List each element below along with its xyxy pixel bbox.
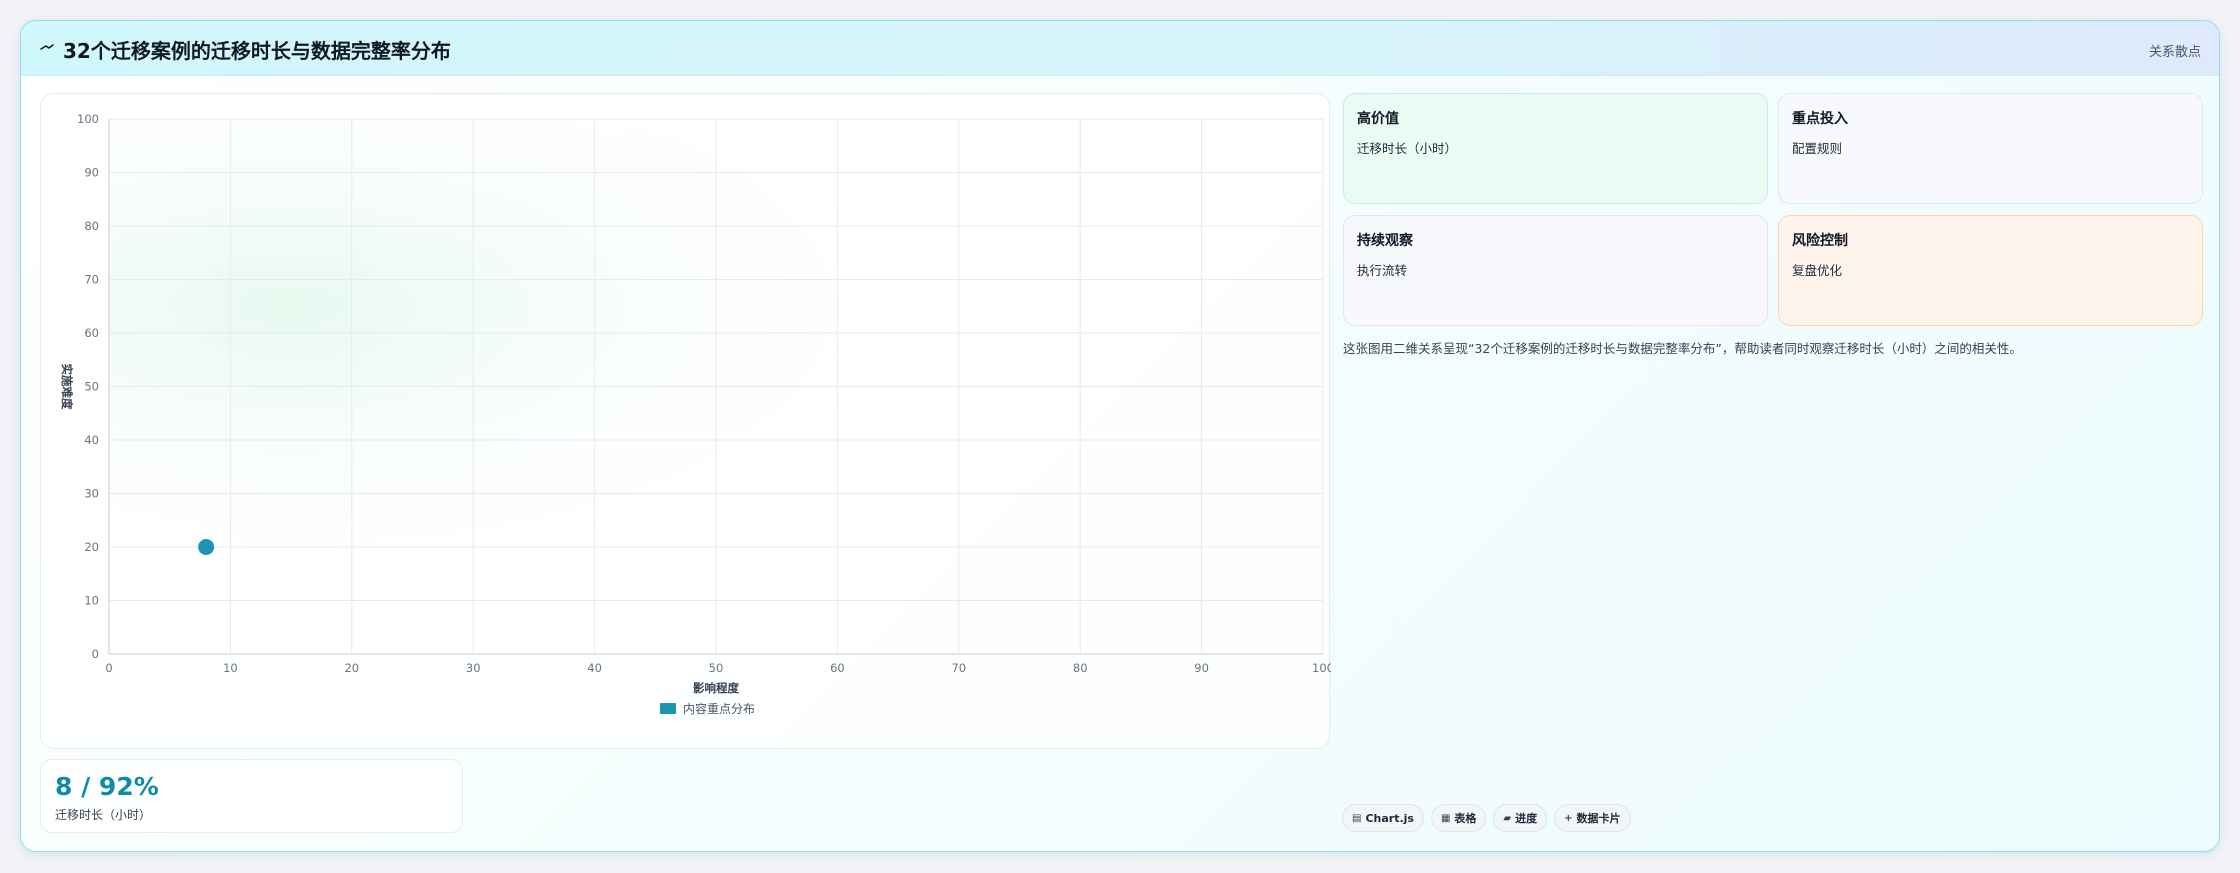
x-tick-label: 20 [344,661,359,675]
quadrant-subtitle: 配置规则 [1792,141,1843,156]
page-title: 32个迁移案例的迁移时长与数据完整率分布 [63,39,451,63]
chart-description: 这张图用二维关系呈现“32个迁移案例的迁移时长与数据完整率分布”，帮助读者同时观… [1343,341,2022,356]
chart-card: 0 10 20 30 40 50 60 70 80 90 100 0 10 20 30 40 50 60 70 80 9… [40,93,1331,749]
x-tick-label: 30 [466,661,481,675]
quadrant-subtitle: 执行流转 [1357,263,1408,278]
x-tick-label: 40 [587,661,602,675]
x-axis-title: 影响程度 [693,681,739,695]
chip-progress[interactable]: ▰ 进度 [1493,804,1548,832]
panel-header: 32个迁移案例的迁移时长与数据完整率分布 关系散点 [21,21,2219,76]
scatter-chart: 0 10 20 30 40 50 60 70 80 90 100 0 10 20 30 40 50 60 70 80 9… [60,112,1331,716]
chip-label: 数据卡片 [1576,812,1621,825]
chip-label: 表格 [1454,812,1477,825]
chip-table[interactable]: ▦ 表格 [1430,804,1487,832]
chip-chartjs[interactable]: ▤ Chart.js [1342,804,1424,832]
legend-label: 内容重点分布 [683,701,755,716]
quadrant-key-investment: 重点投入 配置规则 [1778,93,2203,204]
stat-card: 8 / 92% 迁移时长（小时） [40,759,463,833]
y-tick-label: 80 [84,219,99,233]
quadrant-keep-watching: 持续观察 执行流转 [1343,215,1768,326]
quadrant-title: 高价值 [1357,111,1399,127]
y-tick-label: 10 [84,594,99,608]
y-axis-title: 实施难度 [60,364,74,410]
y-tick-label: 100 [77,112,99,126]
stat-label: 迁移时长（小时） [55,808,152,822]
table-icon: ▦ [1440,812,1451,824]
x-tick-label: 100 [1312,661,1331,675]
x-tick-label: 80 [1073,661,1088,675]
y-tick-label: 90 [84,166,99,180]
chip-label: 进度 [1515,812,1538,825]
x-tick-label: 0 [105,661,112,675]
stat-value: 8 / 92% [55,772,159,801]
x-tick-label: 60 [830,661,845,675]
quadrant-subtitle: 复盘优化 [1792,263,1843,278]
chart-type-tag: 关系散点 [2148,45,2201,60]
quadrant-title: 持续观察 [1357,233,1413,249]
chart-icon: ▤ [1352,812,1362,824]
x-tick-label: 50 [709,661,724,675]
feature-chips: ▤ Chart.js ▦ 表格 ▰ 进度 + 数据卡片 [1342,804,1631,832]
chip-label: Chart.js [1365,811,1414,825]
quadrant-title: 重点投入 [1792,111,1848,127]
chip-data-card[interactable]: + 数据卡片 [1554,804,1631,832]
y-tick-label: 50 [84,380,99,394]
y-tick-label: 30 [84,487,99,501]
progress-icon: ▰ [1503,812,1512,824]
quadrant-title: 风险控制 [1792,233,1848,249]
trend-line-icon [40,44,54,50]
y-tick-label: 60 [84,326,99,340]
chart-panel: 32个迁移案例的迁移时长与数据完整率分布 关系散点 0 10 20 30 40 50 60 7… [20,20,2220,852]
x-tick-label: 70 [951,661,966,675]
x-tick-label: 10 [223,661,238,675]
quadrant-risk-control: 风险控制 复盘优化 [1778,215,2203,326]
plus-icon: + [1564,812,1573,824]
x-tick-label: 90 [1194,661,1209,675]
quadrant-subtitle: 迁移时长（小时） [1357,141,1458,156]
quadrant-high-value: 高价值 迁移时长（小时） [1343,93,1768,204]
y-tick-label: 70 [84,273,99,287]
y-tick-label: 0 [92,647,99,661]
y-tick-label: 20 [84,540,99,554]
y-tick-label: 40 [84,433,99,447]
scatter-point [198,539,215,555]
legend-swatch [660,703,676,714]
